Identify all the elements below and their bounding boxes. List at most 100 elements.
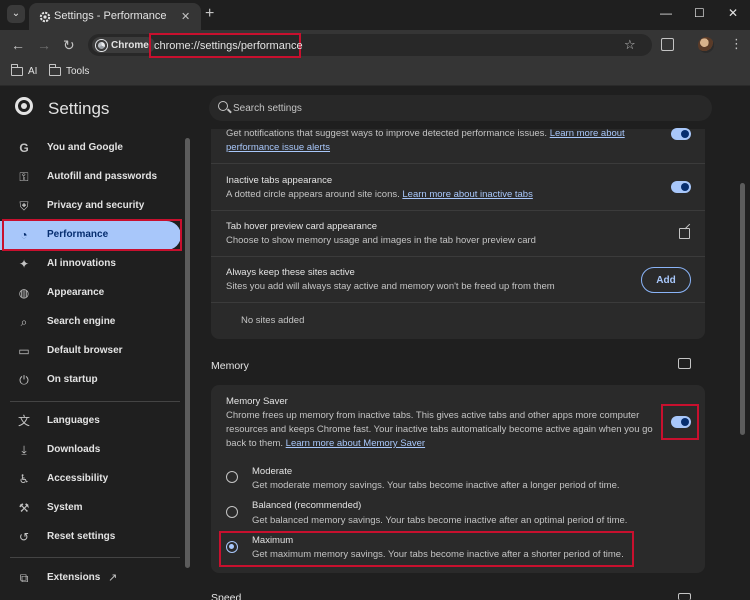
sidebar-item-label: Extensions: [47, 572, 101, 583]
new-tab-button[interactable]: +: [205, 5, 214, 23]
reload-button[interactable]: ↻: [63, 37, 75, 53]
memory-section-title: Memory: [211, 360, 249, 372]
key-icon: ⚿: [19, 170, 29, 184]
sidebar-item-default-browser[interactable]: ▭ Default browser: [0, 337, 181, 366]
radio-moderate[interactable]: [226, 471, 238, 483]
sidebar-item-privacy[interactable]: ⛨ Privacy and security: [0, 192, 181, 221]
sidebar-item-label: Privacy and security: [47, 200, 145, 211]
option-title: Balanced (recommended): [252, 500, 362, 511]
palette-icon: ◍: [18, 286, 30, 300]
bookmark-folder-tools[interactable]: Tools: [48, 64, 90, 77]
bookmarks-bar: AI Tools: [0, 60, 750, 86]
sparkle-icon: ✦: [18, 257, 30, 271]
sidebar-item-label: You and Google: [47, 142, 123, 153]
back-button[interactable]: ←: [11, 37, 25, 53]
site-info-chip[interactable]: Chrome: [92, 37, 155, 53]
browser-window-icon: ▭: [18, 344, 30, 358]
maximize-button[interactable]: ☐: [694, 6, 705, 20]
inactive-tabs-description: A dotted circle appears around site icon…: [226, 189, 533, 200]
inactive-tabs-learn-more-link[interactable]: Learn more about inactive tabs: [402, 189, 532, 200]
performance-highlight: [2, 219, 182, 251]
row-divider: [211, 163, 705, 164]
download-icon: ⤓: [21, 443, 27, 457]
option-title: Moderate: [252, 466, 293, 477]
close-window-button[interactable]: ✕: [728, 6, 738, 20]
option-description: Get balanced memory savings. Your tabs b…: [252, 515, 628, 526]
sidebar-item-languages[interactable]: 文 Languages: [0, 407, 181, 436]
bookmark-label: AI: [28, 66, 38, 77]
sidebar-item-downloads[interactable]: ⤓ Downloads: [0, 436, 181, 465]
accessibility-icon: ♿: [18, 472, 30, 486]
sidebar-item-accessibility[interactable]: ♿ Accessibility: [0, 465, 181, 494]
alerts-learn-more-link-2[interactable]: performance issue alerts: [226, 142, 330, 153]
tab-close-icon[interactable]: ✕: [181, 10, 190, 23]
folder-icon: [48, 64, 61, 76]
settings-search[interactable]: [209, 95, 712, 121]
chrome-logo-icon: [96, 39, 107, 51]
reset-icon: ↺: [18, 530, 30, 544]
bookmark-star-icon[interactable]: ☆: [624, 37, 636, 53]
sidebar-item-label: Search engine: [47, 316, 116, 327]
search-icon: [218, 101, 228, 111]
sidebar-item-reset[interactable]: ↺ Reset settings: [0, 523, 181, 552]
maximum-highlight: [219, 531, 634, 567]
always-active-description: Sites you add will always stay active an…: [226, 281, 555, 292]
sidebar-item-you-and-google[interactable]: G You and Google: [0, 134, 181, 163]
hover-card-title: Tab hover preview card appearance: [226, 221, 378, 232]
active-tab[interactable]: Settings - Performance ✕: [29, 3, 201, 30]
feedback-icon[interactable]: [678, 358, 691, 369]
sidebar-item-extensions[interactable]: ⧉ Extensions ↗: [0, 564, 181, 593]
sidebar-item-label: AI innovations: [47, 258, 116, 269]
add-site-button[interactable]: Add: [641, 267, 691, 293]
memory-saver-title: Memory Saver: [226, 396, 288, 407]
open-external-icon: ↗: [108, 572, 118, 584]
minimize-button[interactable]: —: [660, 6, 672, 20]
sidebar-scrollbar[interactable]: [185, 138, 190, 568]
sidebar-item-label: Appearance: [47, 287, 105, 298]
sidebar-divider: [10, 401, 180, 402]
hover-card-description: Choose to show memory usage and images i…: [226, 235, 536, 246]
no-sites-text: No sites added: [241, 315, 305, 326]
bookmark-label: Tools: [66, 66, 90, 77]
sidebar-item-label: Autofill and passwords: [47, 171, 158, 182]
tab-search-button[interactable]: ⌄: [7, 5, 25, 23]
option-description: Get moderate memory savings. Your tabs b…: [252, 480, 620, 491]
tab-title: Settings - Performance: [54, 10, 167, 22]
sidebar-item-label: System: [47, 502, 83, 513]
extensions-puzzle-icon[interactable]: [661, 38, 674, 51]
chip-label: Chrome: [111, 39, 149, 51]
sidebar-item-on-startup[interactable]: ⏻ On startup: [0, 366, 181, 395]
menu-kebab-icon[interactable]: ⋮: [730, 36, 743, 52]
sidebar-item-system[interactable]: ⚒ System: [0, 494, 181, 523]
radio-balanced[interactable]: [226, 506, 238, 518]
translate-icon: 文: [17, 414, 30, 428]
row-divider: [211, 210, 705, 211]
alerts-description: Get notifications that suggest ways to i…: [226, 128, 625, 153]
always-active-title: Always keep these sites active: [226, 267, 355, 278]
shield-icon: ⛨: [19, 199, 29, 213]
sidebar-item-label: On startup: [47, 374, 98, 385]
sidebar-item-appearance[interactable]: ◍ Appearance: [0, 279, 181, 308]
memory-saver-learn-more-link[interactable]: Learn more about Memory Saver: [286, 438, 425, 449]
sidebar-item-label: Reset settings: [47, 531, 116, 542]
power-icon: ⏻: [19, 373, 29, 387]
main-scrollbar[interactable]: [740, 183, 745, 435]
profile-avatar[interactable]: [698, 37, 714, 53]
alerts-learn-more-link[interactable]: Learn more about: [550, 128, 625, 139]
open-subpage-icon[interactable]: [679, 228, 690, 239]
toolbar: ← → ↻ Chrome: [0, 30, 750, 60]
sidebar-item-autofill[interactable]: ⚿ Autofill and passwords: [0, 163, 181, 192]
forward-button[interactable]: →: [37, 37, 51, 53]
sidebar-item-search-engine[interactable]: ⌕ Search engine: [0, 308, 181, 337]
bookmark-folder-ai[interactable]: AI: [10, 64, 38, 77]
sidebar-item-ai-innovations[interactable]: ✦ AI innovations: [0, 250, 181, 279]
sidebar-item-label: Accessibility: [47, 473, 109, 484]
performance-alerts-toggle[interactable]: [671, 128, 691, 140]
inactive-tabs-toggle[interactable]: [671, 181, 691, 193]
search-input[interactable]: [233, 100, 683, 116]
sidebar-item-label: Languages: [47, 415, 100, 426]
url-text[interactable]: chrome://settings/performance: [154, 40, 303, 52]
search-icon: ⌕: [20, 315, 28, 329]
feedback-icon[interactable]: [678, 593, 691, 600]
title-bar: ⌄ Settings - Performance ✕ + — ☐ ✕: [0, 0, 750, 30]
